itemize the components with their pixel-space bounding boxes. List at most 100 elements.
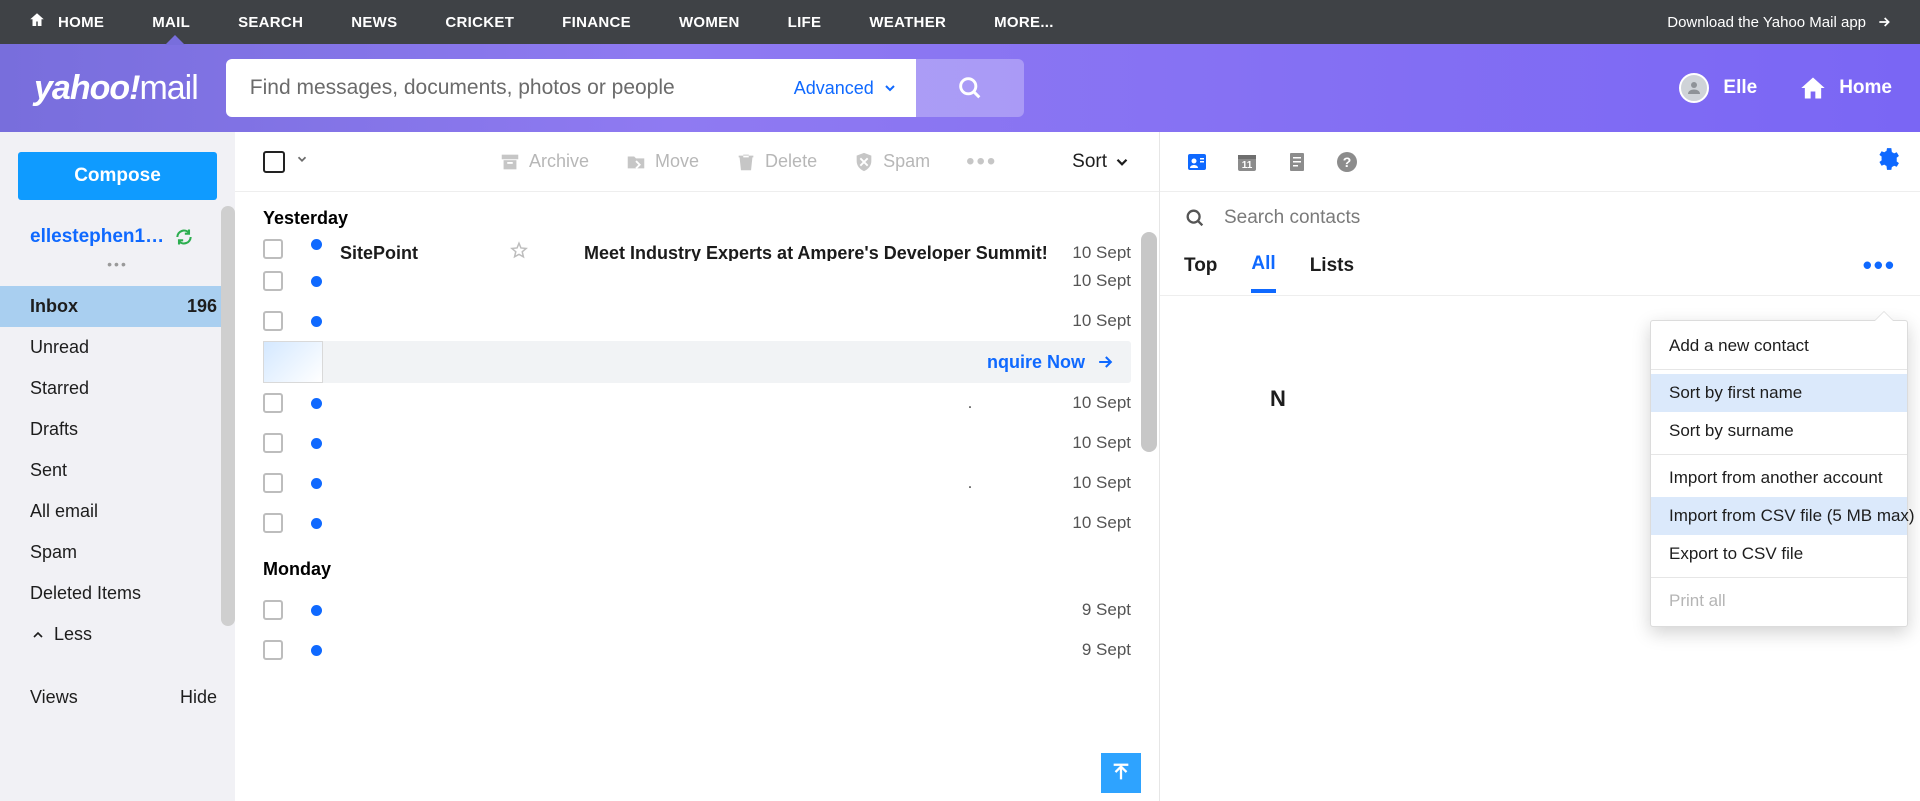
tab-top[interactable]: Top bbox=[1184, 255, 1217, 291]
message-row[interactable]: . 10 Sept bbox=[235, 463, 1159, 503]
move-icon bbox=[625, 151, 647, 173]
message-row[interactable]: 9 Sept bbox=[235, 630, 1159, 670]
search-input[interactable] bbox=[250, 76, 782, 100]
contacts-search-input[interactable] bbox=[1224, 207, 1896, 229]
nav-cricket[interactable]: CRICKET bbox=[445, 14, 514, 31]
chevron-down-icon bbox=[1113, 153, 1131, 171]
scroll-top-button[interactable] bbox=[1101, 753, 1141, 793]
nav-mail[interactable]: MAIL bbox=[152, 14, 190, 31]
sponsored-row[interactable]: nquire Now bbox=[263, 341, 1131, 383]
subject: Meet Industry Experts at Ampere's Develo… bbox=[584, 243, 1072, 261]
row-checkbox[interactable] bbox=[263, 640, 283, 660]
star-icon[interactable] bbox=[510, 241, 528, 261]
archive-button[interactable]: Archive bbox=[499, 151, 589, 173]
sidebar-scrollbar[interactable] bbox=[221, 206, 235, 626]
message-list: Yesterday SitePoint Meet Industry Expert… bbox=[235, 192, 1159, 801]
settings-icon[interactable] bbox=[1874, 146, 1900, 177]
nav-women[interactable]: WOMEN bbox=[679, 14, 740, 31]
spam-button[interactable]: Spam bbox=[853, 151, 930, 173]
message-date: 9 Sept bbox=[1082, 600, 1131, 620]
refresh-icon bbox=[174, 227, 194, 247]
user-name[interactable]: Elle bbox=[1723, 77, 1757, 99]
message-row[interactable]: 10 Sept bbox=[235, 503, 1159, 543]
sender: SitePoint bbox=[340, 243, 490, 261]
folder-unread[interactable]: Unread bbox=[0, 327, 235, 368]
message-row[interactable]: 10 Sept bbox=[235, 423, 1159, 463]
arrow-up-icon bbox=[1110, 762, 1132, 784]
account-menu-icon[interactable]: ••• bbox=[0, 252, 235, 280]
row-checkbox[interactable] bbox=[263, 393, 283, 413]
contacts-body-stub: N bbox=[1270, 386, 1286, 411]
message-row[interactable]: 9 Sept bbox=[235, 590, 1159, 630]
select-all-checkbox[interactable] bbox=[263, 151, 285, 173]
menu-add-contact[interactable]: Add a new contact bbox=[1651, 327, 1907, 365]
help-icon[interactable]: ? bbox=[1334, 149, 1360, 175]
avatar[interactable] bbox=[1679, 73, 1709, 103]
nav-home[interactable]: HOME bbox=[58, 14, 104, 31]
nav-news[interactable]: NEWS bbox=[351, 14, 397, 31]
select-all-caret[interactable] bbox=[295, 152, 309, 171]
nav-finance[interactable]: FINANCE bbox=[562, 14, 631, 31]
row-checkbox[interactable] bbox=[263, 433, 283, 453]
home-button[interactable]: Home bbox=[1799, 74, 1892, 102]
menu-import-account[interactable]: Import from another account bbox=[1651, 459, 1907, 497]
move-button[interactable]: Move bbox=[625, 151, 699, 173]
menu-import-csv[interactable]: Import from CSV file (5 MB max) bbox=[1651, 497, 1907, 535]
unread-dot-icon bbox=[311, 518, 322, 529]
row-checkbox[interactable] bbox=[263, 271, 283, 291]
menu-sort-last[interactable]: Sort by surname bbox=[1651, 412, 1907, 450]
folder-starred[interactable]: Starred bbox=[0, 368, 235, 409]
sidebar: Compose ellestephen1… ••• Inbox 196 Unre… bbox=[0, 132, 235, 801]
menu-sort-first[interactable]: Sort by first name bbox=[1651, 374, 1907, 412]
folder-spam[interactable]: Spam bbox=[0, 532, 235, 573]
folder-sent[interactable]: Sent bbox=[0, 450, 235, 491]
row-checkbox[interactable] bbox=[263, 239, 283, 259]
preview-stub: . bbox=[968, 473, 973, 493]
message-row[interactable]: . 10 Sept bbox=[235, 383, 1159, 423]
sort-button[interactable]: Sort bbox=[1072, 151, 1131, 173]
account-switcher[interactable]: ellestephen1… bbox=[0, 218, 235, 252]
preview-stub: . bbox=[968, 393, 973, 413]
unread-dot-icon bbox=[311, 605, 322, 616]
delete-button[interactable]: Delete bbox=[735, 151, 817, 173]
nav-search[interactable]: SEARCH bbox=[238, 14, 303, 31]
message-row[interactable]: 10 Sept bbox=[235, 261, 1159, 301]
message-row[interactable]: SitePoint Meet Industry Experts at Amper… bbox=[235, 239, 1159, 261]
row-checkbox[interactable] bbox=[263, 513, 283, 533]
less-label: Less bbox=[54, 624, 92, 645]
advanced-search-link[interactable]: Advanced bbox=[794, 78, 898, 99]
global-nav: HOME MAIL SEARCH NEWS CRICKET FINANCE WO… bbox=[0, 0, 1920, 44]
collapse-folders[interactable]: Less bbox=[0, 614, 235, 655]
menu-export-csv[interactable]: Export to CSV file bbox=[1651, 535, 1907, 573]
unread-dot-icon bbox=[311, 398, 322, 409]
contacts-more-button[interactable]: ••• bbox=[1863, 250, 1896, 295]
message-list-scrollbar[interactable] bbox=[1141, 232, 1157, 452]
folder-deleted[interactable]: Deleted Items bbox=[0, 573, 235, 614]
hide-label[interactable]: Hide bbox=[180, 687, 217, 708]
contacts-icon[interactable] bbox=[1184, 149, 1210, 175]
more-actions-button[interactable]: ••• bbox=[966, 148, 997, 176]
download-app-link[interactable]: Download the Yahoo Mail app bbox=[1667, 14, 1892, 31]
message-date: 10 Sept bbox=[1072, 311, 1131, 331]
nav-more[interactable]: MORE... bbox=[994, 14, 1054, 31]
row-checkbox[interactable] bbox=[263, 311, 283, 331]
views-section[interactable]: Views Hide bbox=[0, 673, 235, 718]
row-checkbox[interactable] bbox=[263, 600, 283, 620]
folder-inbox[interactable]: Inbox 196 bbox=[0, 286, 235, 327]
folder-allemail[interactable]: All email bbox=[0, 491, 235, 532]
compose-button[interactable]: Compose bbox=[18, 152, 217, 200]
archive-label: Archive bbox=[529, 151, 589, 172]
tab-all[interactable]: All bbox=[1251, 253, 1275, 293]
tab-lists[interactable]: Lists bbox=[1310, 255, 1354, 291]
nav-life[interactable]: LIFE bbox=[788, 14, 822, 31]
search-icon bbox=[1184, 207, 1206, 229]
search-button[interactable] bbox=[916, 59, 1024, 117]
calendar-icon[interactable]: 11 bbox=[1234, 149, 1260, 175]
row-checkbox[interactable] bbox=[263, 473, 283, 493]
notepad-icon[interactable] bbox=[1284, 149, 1310, 175]
nav-weather[interactable]: WEATHER bbox=[869, 14, 946, 31]
message-row[interactable]: 10 Sept bbox=[235, 301, 1159, 341]
menu-print-all: Print all bbox=[1651, 582, 1907, 620]
home-label: Home bbox=[1839, 77, 1892, 99]
folder-drafts[interactable]: Drafts bbox=[0, 409, 235, 450]
